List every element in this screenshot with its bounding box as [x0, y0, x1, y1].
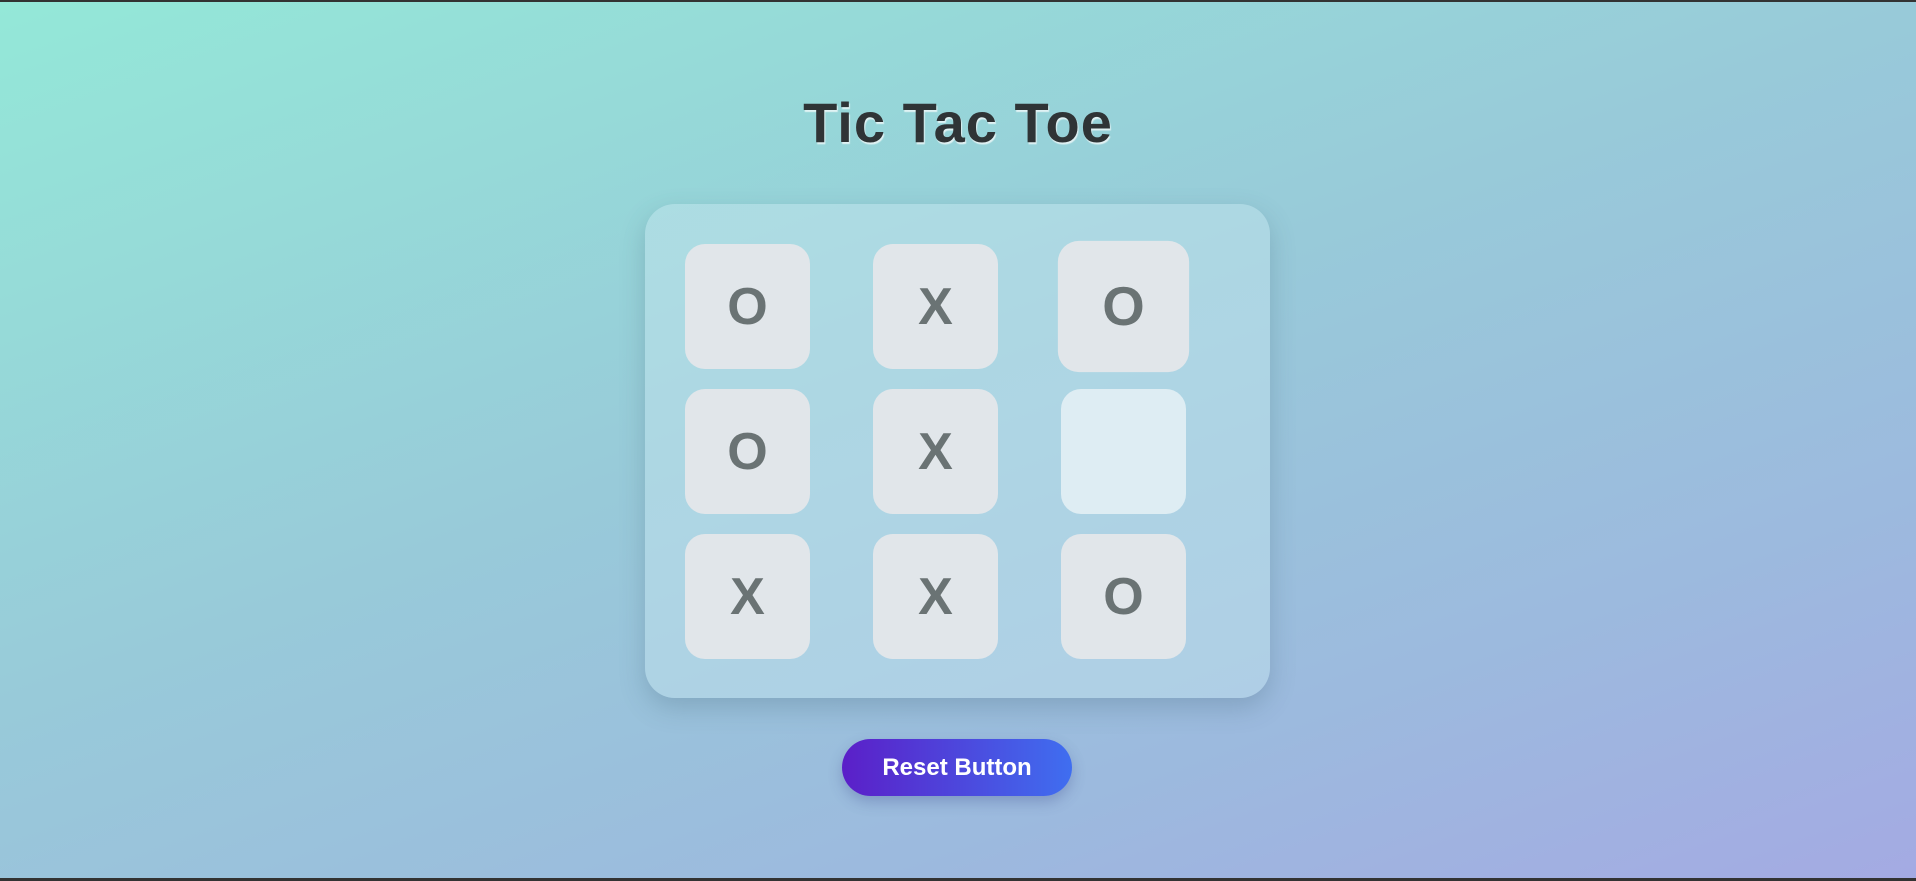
cell-2[interactable]: X — [873, 244, 998, 369]
cell-9[interactable]: O — [1061, 534, 1186, 659]
page-title: Tic Tac Toe — [803, 91, 1113, 154]
cell-1[interactable]: O — [685, 244, 810, 369]
cell-6[interactable] — [1061, 389, 1186, 514]
cell-5[interactable]: X — [873, 389, 998, 514]
cell-3[interactable]: O — [1057, 240, 1190, 373]
cell-7[interactable]: X — [685, 534, 810, 659]
reset-button[interactable]: Reset Button — [842, 739, 1072, 796]
game-board: O X O O X X X O — [645, 204, 1270, 698]
cell-4[interactable]: O — [685, 389, 810, 514]
cell-8[interactable]: X — [873, 534, 998, 659]
